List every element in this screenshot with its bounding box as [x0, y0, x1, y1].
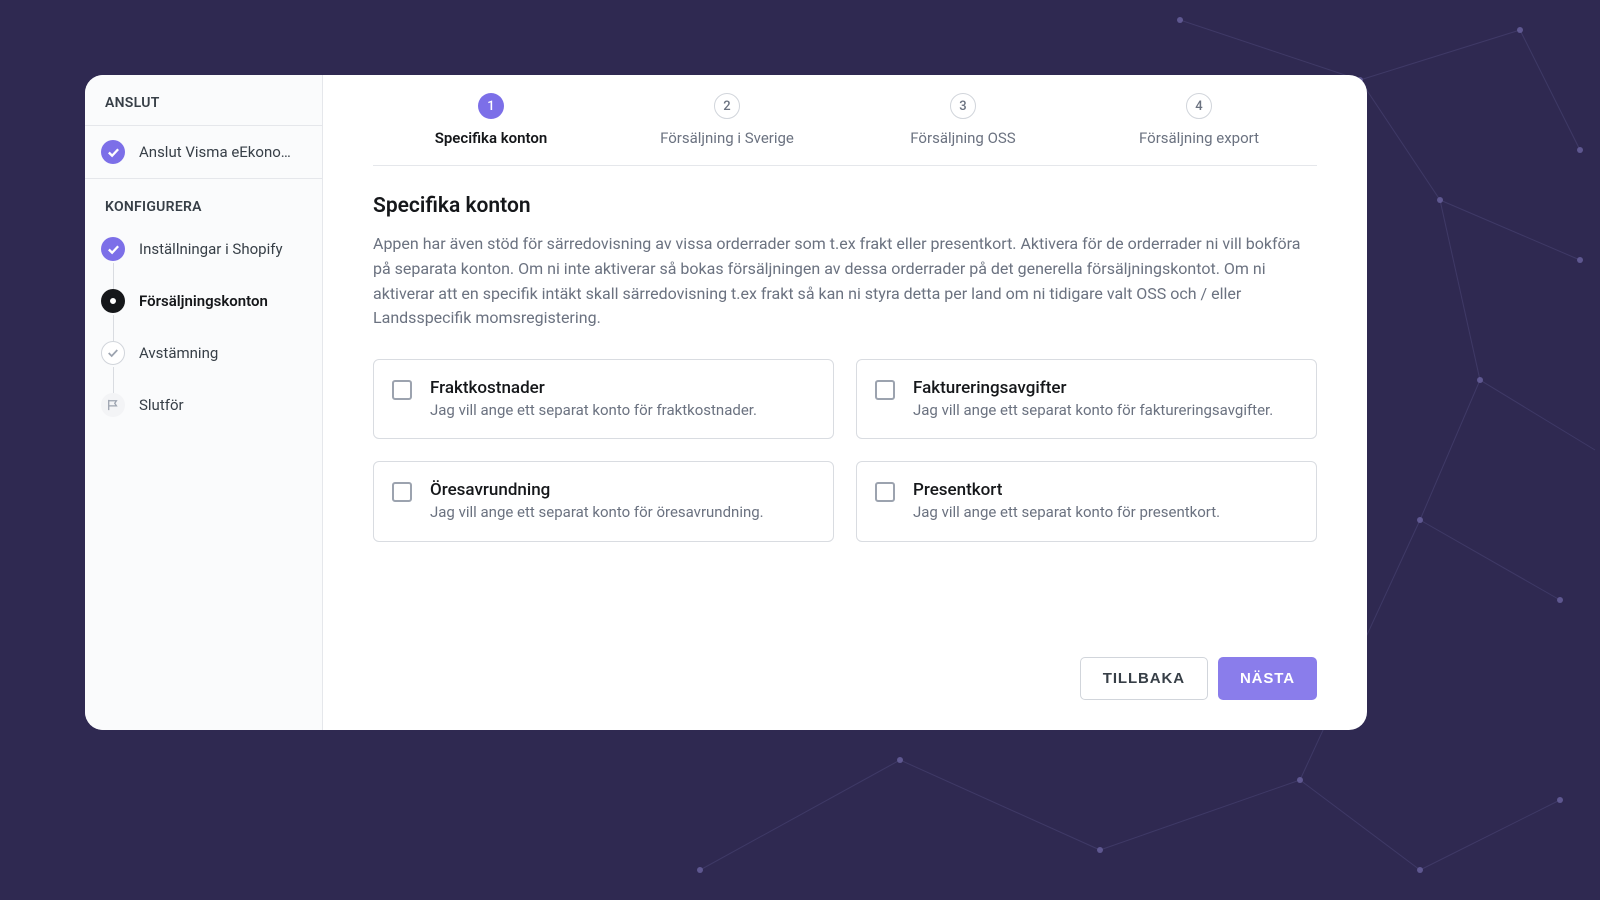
sidebar-section-anslut: ANSLUT: [85, 75, 322, 126]
current-step-icon: [101, 289, 125, 313]
stepper-label: Försäljning i Sverige: [660, 129, 794, 147]
card-desc: Jag vill ange ett separat konto för pres…: [913, 502, 1296, 522]
sidebar-item-label: Anslut Visma eEkono…: [139, 143, 291, 161]
main-content: 1 Specifika konton 2 Försäljning i Sveri…: [323, 75, 1367, 730]
page-description: Appen har även stöd för särredovisning a…: [373, 232, 1317, 331]
sidebar-item-label: Försäljningskonton: [139, 292, 268, 310]
card-title: Faktureringsavgifter: [913, 378, 1296, 398]
sidebar-item-label: Avstämning: [139, 344, 218, 362]
stepper-number: 3: [950, 93, 976, 119]
card-fraktkostnader[interactable]: Fraktkostnader Jag vill ange ett separat…: [373, 359, 834, 439]
setup-modal: ANSLUT Anslut Visma eEkono… KONFIGURERA …: [85, 75, 1367, 730]
stepper-step-3[interactable]: 3 Försäljning OSS: [845, 93, 1081, 147]
card-title: Öresavrundning: [430, 480, 813, 500]
stepper-number: 4: [1186, 93, 1212, 119]
sidebar-item-installningar[interactable]: Inställningar i Shopify: [85, 223, 322, 275]
sidebar-item-forsaljningskonton[interactable]: Försäljningskonton: [85, 275, 322, 327]
sidebar-section-konfigurera: KONFIGURERA: [85, 179, 322, 223]
flag-icon: [101, 393, 125, 417]
checkbox[interactable]: [392, 380, 412, 400]
next-button[interactable]: NÄSTA: [1218, 657, 1317, 700]
stepper-number: 1: [478, 93, 504, 119]
card-desc: Jag vill ange ett separat konto för fakt…: [913, 400, 1296, 420]
stepper: 1 Specifika konton 2 Försäljning i Sveri…: [373, 75, 1317, 166]
checkbox[interactable]: [392, 482, 412, 502]
card-desc: Jag vill ange ett separat konto för frak…: [430, 400, 813, 420]
stepper-step-4[interactable]: 4 Försäljning export: [1081, 93, 1317, 147]
check-icon: [101, 140, 125, 164]
options-grid: Fraktkostnader Jag vill ange ett separat…: [373, 359, 1317, 542]
checkbox[interactable]: [875, 482, 895, 502]
sidebar-item-slutfor[interactable]: Slutför: [85, 379, 322, 431]
card-title: Presentkort: [913, 480, 1296, 500]
card-presentkort[interactable]: Presentkort Jag vill ange ett separat ko…: [856, 461, 1317, 541]
stepper-label: Specifika konton: [435, 129, 548, 147]
sidebar-item-avstamning[interactable]: Avstämning: [85, 327, 322, 379]
sidebar-item-label: Slutför: [139, 396, 184, 414]
back-button[interactable]: TILLBAKA: [1080, 657, 1208, 700]
check-icon: [101, 237, 125, 261]
stepper-step-1[interactable]: 1 Specifika konton: [373, 93, 609, 147]
card-oresavrundning[interactable]: Öresavrundning Jag vill ange ett separat…: [373, 461, 834, 541]
card-faktureringsavgifter[interactable]: Faktureringsavgifter Jag vill ange ett s…: [856, 359, 1317, 439]
stepper-label: Försäljning export: [1139, 129, 1259, 147]
stepper-step-2[interactable]: 2 Försäljning i Sverige: [609, 93, 845, 147]
page-title: Specifika konton: [373, 194, 1317, 218]
footer-actions: TILLBAKA NÄSTA: [373, 657, 1317, 700]
sidebar-item-label: Inställningar i Shopify: [139, 240, 283, 258]
card-title: Fraktkostnader: [430, 378, 813, 398]
sidebar-item-anslut-visma[interactable]: Anslut Visma eEkono…: [85, 126, 322, 178]
sidebar: ANSLUT Anslut Visma eEkono… KONFIGURERA …: [85, 75, 323, 730]
stepper-label: Försäljning OSS: [910, 129, 1015, 147]
card-desc: Jag vill ange ett separat konto för öres…: [430, 502, 813, 522]
stepper-number: 2: [714, 93, 740, 119]
checkbox[interactable]: [875, 380, 895, 400]
pending-check-icon: [101, 341, 125, 365]
